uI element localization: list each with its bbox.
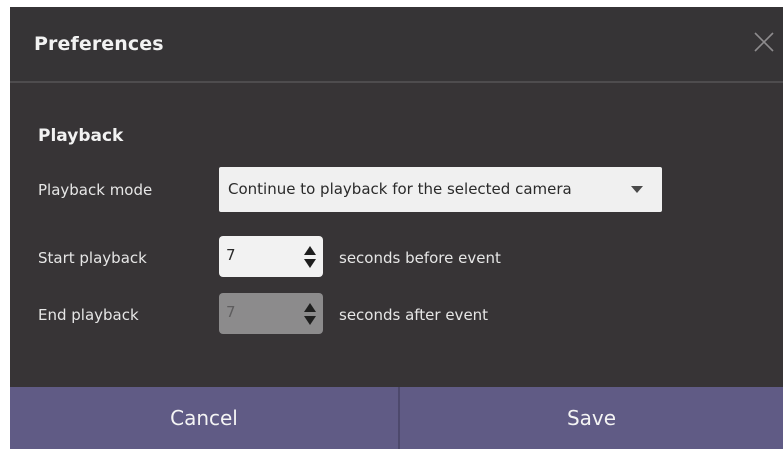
start-playback-suffix: seconds before event	[339, 249, 501, 267]
dialog-footer: Cancel Save	[10, 387, 783, 449]
end-playback-label: End playback	[38, 306, 139, 324]
spin-arrows-icon	[304, 303, 316, 325]
save-button[interactable]: Save	[400, 387, 783, 449]
close-button[interactable]	[749, 27, 779, 57]
title-divider	[10, 81, 783, 83]
end-playback-suffix: seconds after event	[339, 306, 489, 324]
end-playback-input	[226, 303, 286, 321]
cancel-button[interactable]: Cancel	[10, 387, 398, 449]
caret-down-icon	[631, 186, 643, 193]
close-icon	[754, 32, 774, 52]
dialog-titlebar: Preferences	[10, 7, 783, 81]
playback-mode-select[interactable]: Continue to playback for the selected ca…	[219, 167, 662, 212]
playback-mode-value: Continue to playback for the selected ca…	[228, 180, 572, 198]
preferences-dialog: Preferences Playback Playback mode Conti…	[10, 7, 783, 449]
playback-mode-label: Playback mode	[38, 181, 153, 199]
end-playback-spinner	[219, 293, 323, 334]
section-title-playback: Playback	[38, 126, 124, 146]
start-playback-input[interactable]	[226, 246, 286, 264]
dialog-title: Preferences	[34, 33, 164, 55]
spin-arrows-icon[interactable]	[302, 243, 318, 271]
start-playback-label: Start playback	[38, 249, 147, 267]
start-playback-spinner[interactable]	[219, 236, 323, 277]
